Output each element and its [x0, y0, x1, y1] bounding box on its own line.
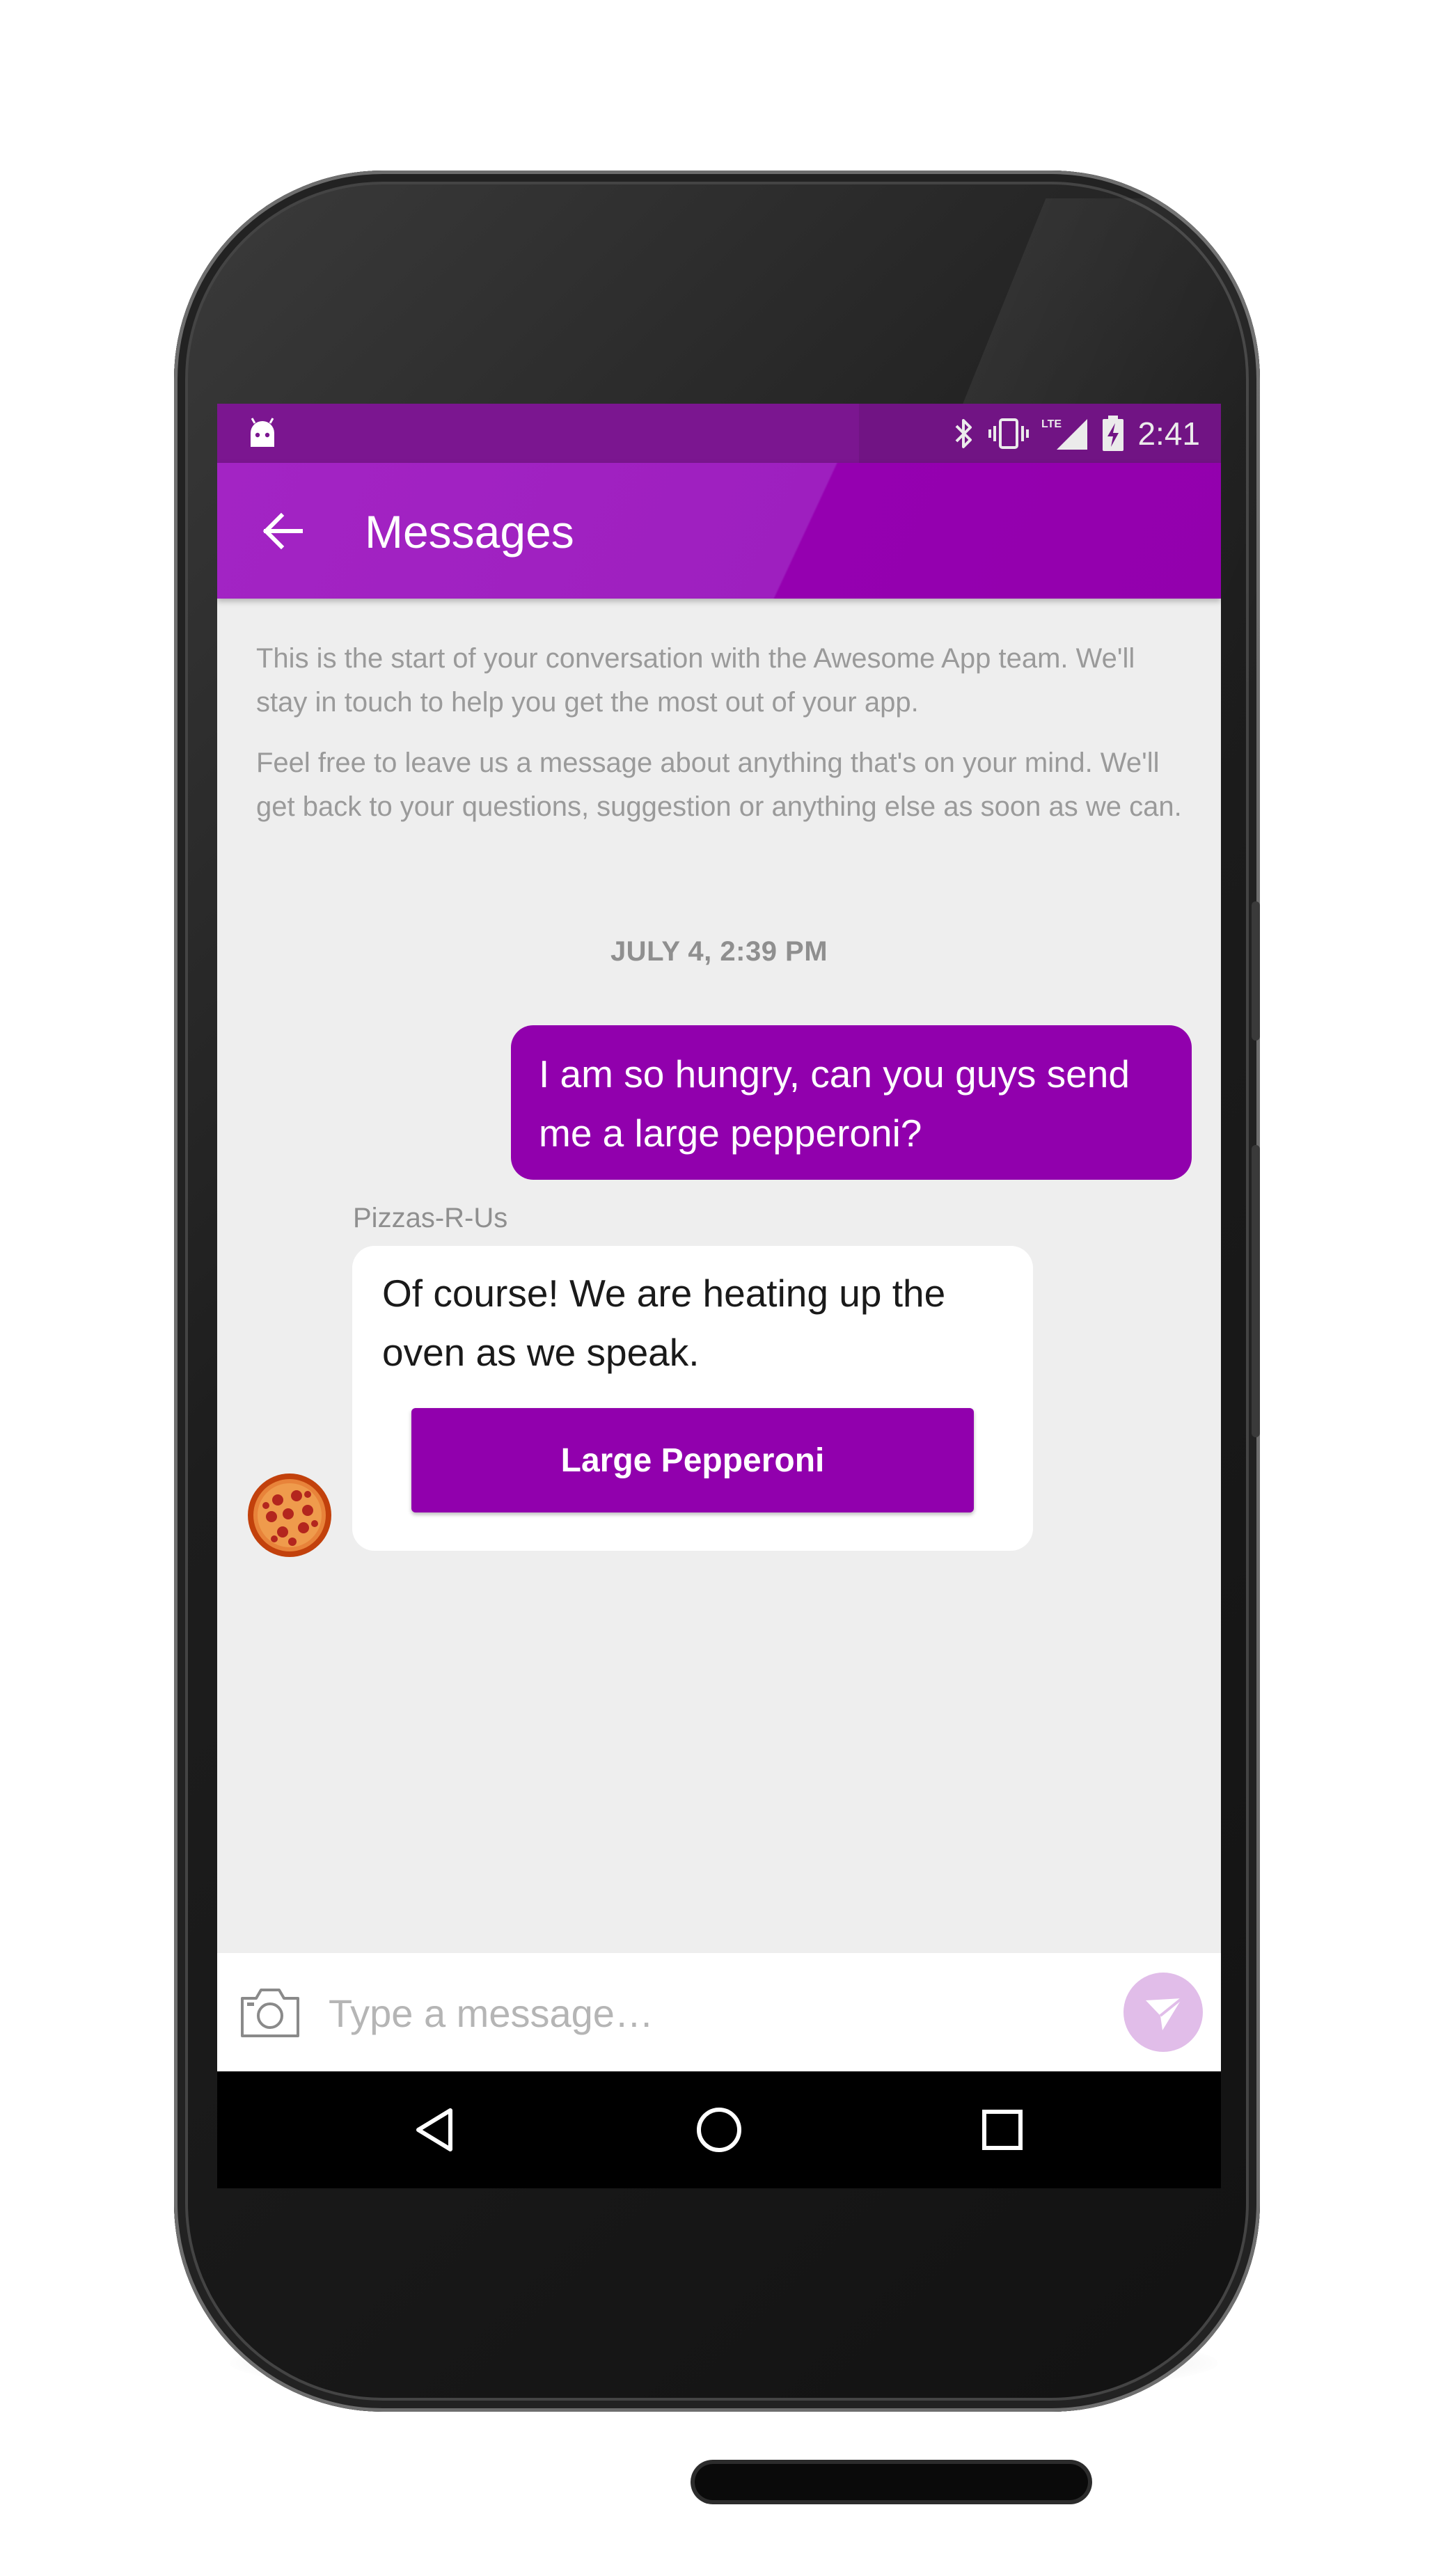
status-icons: LTE 2:41: [952, 404, 1200, 463]
camera-icon[interactable]: [238, 1984, 302, 2040]
sender-name: Pizzas-R-Us: [353, 1203, 508, 1233]
message-composer: [217, 1953, 1221, 2071]
pizza-avatar: [248, 1473, 331, 1557]
status-bar: LTE 2:41: [217, 404, 1221, 463]
bot-message-text: Of course! We are heating up the oven as…: [382, 1272, 946, 1374]
page-title: Messages: [365, 506, 574, 558]
power-button: [1252, 901, 1260, 1041]
arrow-back-icon[interactable]: [260, 509, 305, 553]
send-button[interactable]: [1123, 1973, 1203, 2052]
quick-reply-button[interactable]: Large Pepperoni: [411, 1408, 974, 1512]
message-input[interactable]: [327, 1981, 1082, 2045]
app-bar: Messages: [217, 463, 1221, 599]
intro-paragraph: This is the start of your conversation w…: [256, 643, 1135, 718]
navigation-bar: [217, 2071, 1221, 2188]
status-time: 2:41: [1137, 415, 1200, 452]
send-icon: [1146, 1997, 1183, 2030]
bottom-speaker-grille: [695, 2464, 1088, 2500]
phone-screen: LTE 2:41 Messages This is the start of y…: [217, 404, 1221, 2188]
conversation-timestamp: JULY 4, 2:39 PM: [610, 936, 828, 967]
back-triangle-icon[interactable]: [402, 2095, 471, 2165]
android-debug-icon: [251, 418, 274, 447]
lte-label: LTE: [1041, 418, 1062, 430]
bluetooth-icon: [956, 418, 972, 448]
recents-square-icon[interactable]: [968, 2095, 1037, 2165]
bot-message-bubble: Of course! We are heating up the oven as…: [352, 1246, 1033, 1551]
home-circle-icon[interactable]: [684, 2095, 754, 2165]
intro-paragraph: Feel free to leave us a message about an…: [256, 748, 1182, 822]
volume-button: [1252, 1145, 1260, 1437]
user-message-bubble: I am so hungry, can you guys send me a l…: [511, 1025, 1192, 1180]
battery-charging-icon: [1103, 415, 1124, 451]
vibrate-icon: [988, 418, 1030, 449]
lte-signal-icon: LTE: [1041, 418, 1088, 450]
